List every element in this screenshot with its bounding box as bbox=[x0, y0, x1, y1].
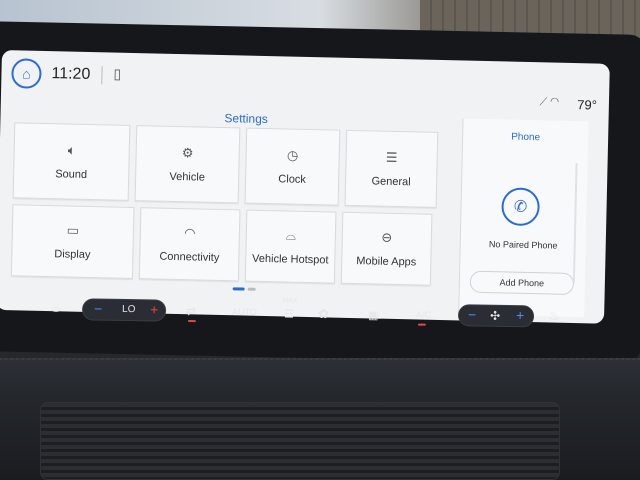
hotspot-icon: ⌓ bbox=[285, 227, 297, 243]
tile-sound[interactable]: 🔈︎ Sound bbox=[12, 122, 131, 201]
phone-status-icon: ▯ bbox=[113, 65, 122, 82]
add-phone-button[interactable]: Add Phone bbox=[469, 270, 575, 296]
home-icon: ⌂ bbox=[22, 65, 31, 82]
page-dot bbox=[247, 287, 256, 291]
speaker-icon: 🔈︎ bbox=[67, 142, 76, 158]
tile-label: Mobile Apps bbox=[356, 255, 417, 269]
outside-temperature: 79° bbox=[577, 97, 598, 113]
ac-button[interactable]: A/C bbox=[416, 310, 431, 320]
clock-time: 11:20 bbox=[51, 65, 91, 84]
ac-indicator bbox=[417, 323, 426, 326]
phone-status-text: No Paired Phone bbox=[488, 239, 558, 251]
sliders-icon: ☰ bbox=[385, 149, 398, 165]
fan-mode-icon[interactable]: ✿ bbox=[318, 306, 329, 322]
seat-heat-left-icon[interactable]: ♨ bbox=[50, 300, 62, 316]
page-indicator bbox=[232, 287, 256, 291]
tile-vehicle[interactable]: ⚙ Vehicle bbox=[134, 125, 241, 204]
clock-icon: ◷ bbox=[286, 147, 299, 163]
driver-temp-value: LO bbox=[122, 303, 136, 316]
page-title: Settings bbox=[224, 111, 269, 127]
fan-speed-decrease[interactable]: − bbox=[468, 306, 476, 322]
link-icon: ⊖ bbox=[381, 229, 393, 245]
driver-temp-decrease[interactable]: − bbox=[94, 300, 102, 316]
tile-clock[interactable]: ◷ Clock bbox=[244, 127, 341, 206]
page-dot-active bbox=[232, 287, 245, 291]
infotainment-screen: ⌂ 11:20 ▯ ⟋ ◠ 79° Settings 🔈︎ Sound ⚙ Ve… bbox=[0, 50, 610, 324]
auto-button[interactable]: AUTO bbox=[232, 307, 257, 317]
display-icon: ▭ bbox=[66, 222, 80, 238]
seat-heat-right-icon[interactable]: ♨ bbox=[548, 308, 560, 324]
tile-vehicle-hotspot[interactable]: ⌓ Vehicle Hotspot bbox=[244, 209, 337, 284]
recirculation-indicator bbox=[187, 319, 196, 323]
fan-speed-increase[interactable]: + bbox=[516, 307, 524, 323]
wifi-icon: ◠ bbox=[184, 225, 196, 241]
tile-label: General bbox=[371, 175, 411, 189]
driver-temp-increase[interactable]: + bbox=[150, 301, 158, 317]
max-defrost-icon[interactable]: ☲ bbox=[284, 307, 294, 320]
tile-label: Sound bbox=[55, 168, 88, 181]
phone-button[interactable]: ✆ bbox=[501, 187, 541, 227]
tile-label: Clock bbox=[278, 173, 307, 186]
fan-icon: ✣ bbox=[489, 308, 501, 323]
tile-label: Display bbox=[54, 248, 91, 262]
air-vent bbox=[40, 402, 560, 480]
tile-label: Vehicle bbox=[169, 170, 206, 184]
home-button[interactable]: ⌂ bbox=[11, 58, 42, 89]
max-defrost-label: MAX bbox=[282, 297, 298, 305]
status-divider bbox=[101, 66, 103, 85]
signal-status-icons: ⟋ ◠ bbox=[539, 96, 560, 109]
phone-panel: Phone ✆ No Paired Phone Add Phone bbox=[458, 118, 589, 318]
phone-panel-title: Phone bbox=[511, 131, 541, 144]
vehicle-settings-icon: ⚙ bbox=[181, 145, 194, 161]
tile-mobile-apps[interactable]: ⊖ Mobile Apps bbox=[340, 211, 433, 286]
recirculation-icon[interactable]: ⇄ bbox=[186, 304, 196, 318]
car-interior-scene: ⌂ 11:20 ▯ ⟋ ◠ 79° Settings 🔈︎ Sound ⚙ Ve… bbox=[0, 0, 640, 480]
tile-label: Vehicle Hotspot bbox=[251, 252, 329, 267]
tile-label: Connectivity bbox=[159, 250, 220, 264]
tile-display[interactable]: ▭ Display bbox=[10, 204, 135, 280]
tile-general[interactable]: ☰ General bbox=[344, 129, 439, 208]
phone-icon: ✆ bbox=[513, 198, 528, 216]
rear-defrost-icon[interactable]: ▦ bbox=[368, 309, 379, 322]
tile-connectivity[interactable]: ◠ Connectivity bbox=[138, 207, 241, 282]
